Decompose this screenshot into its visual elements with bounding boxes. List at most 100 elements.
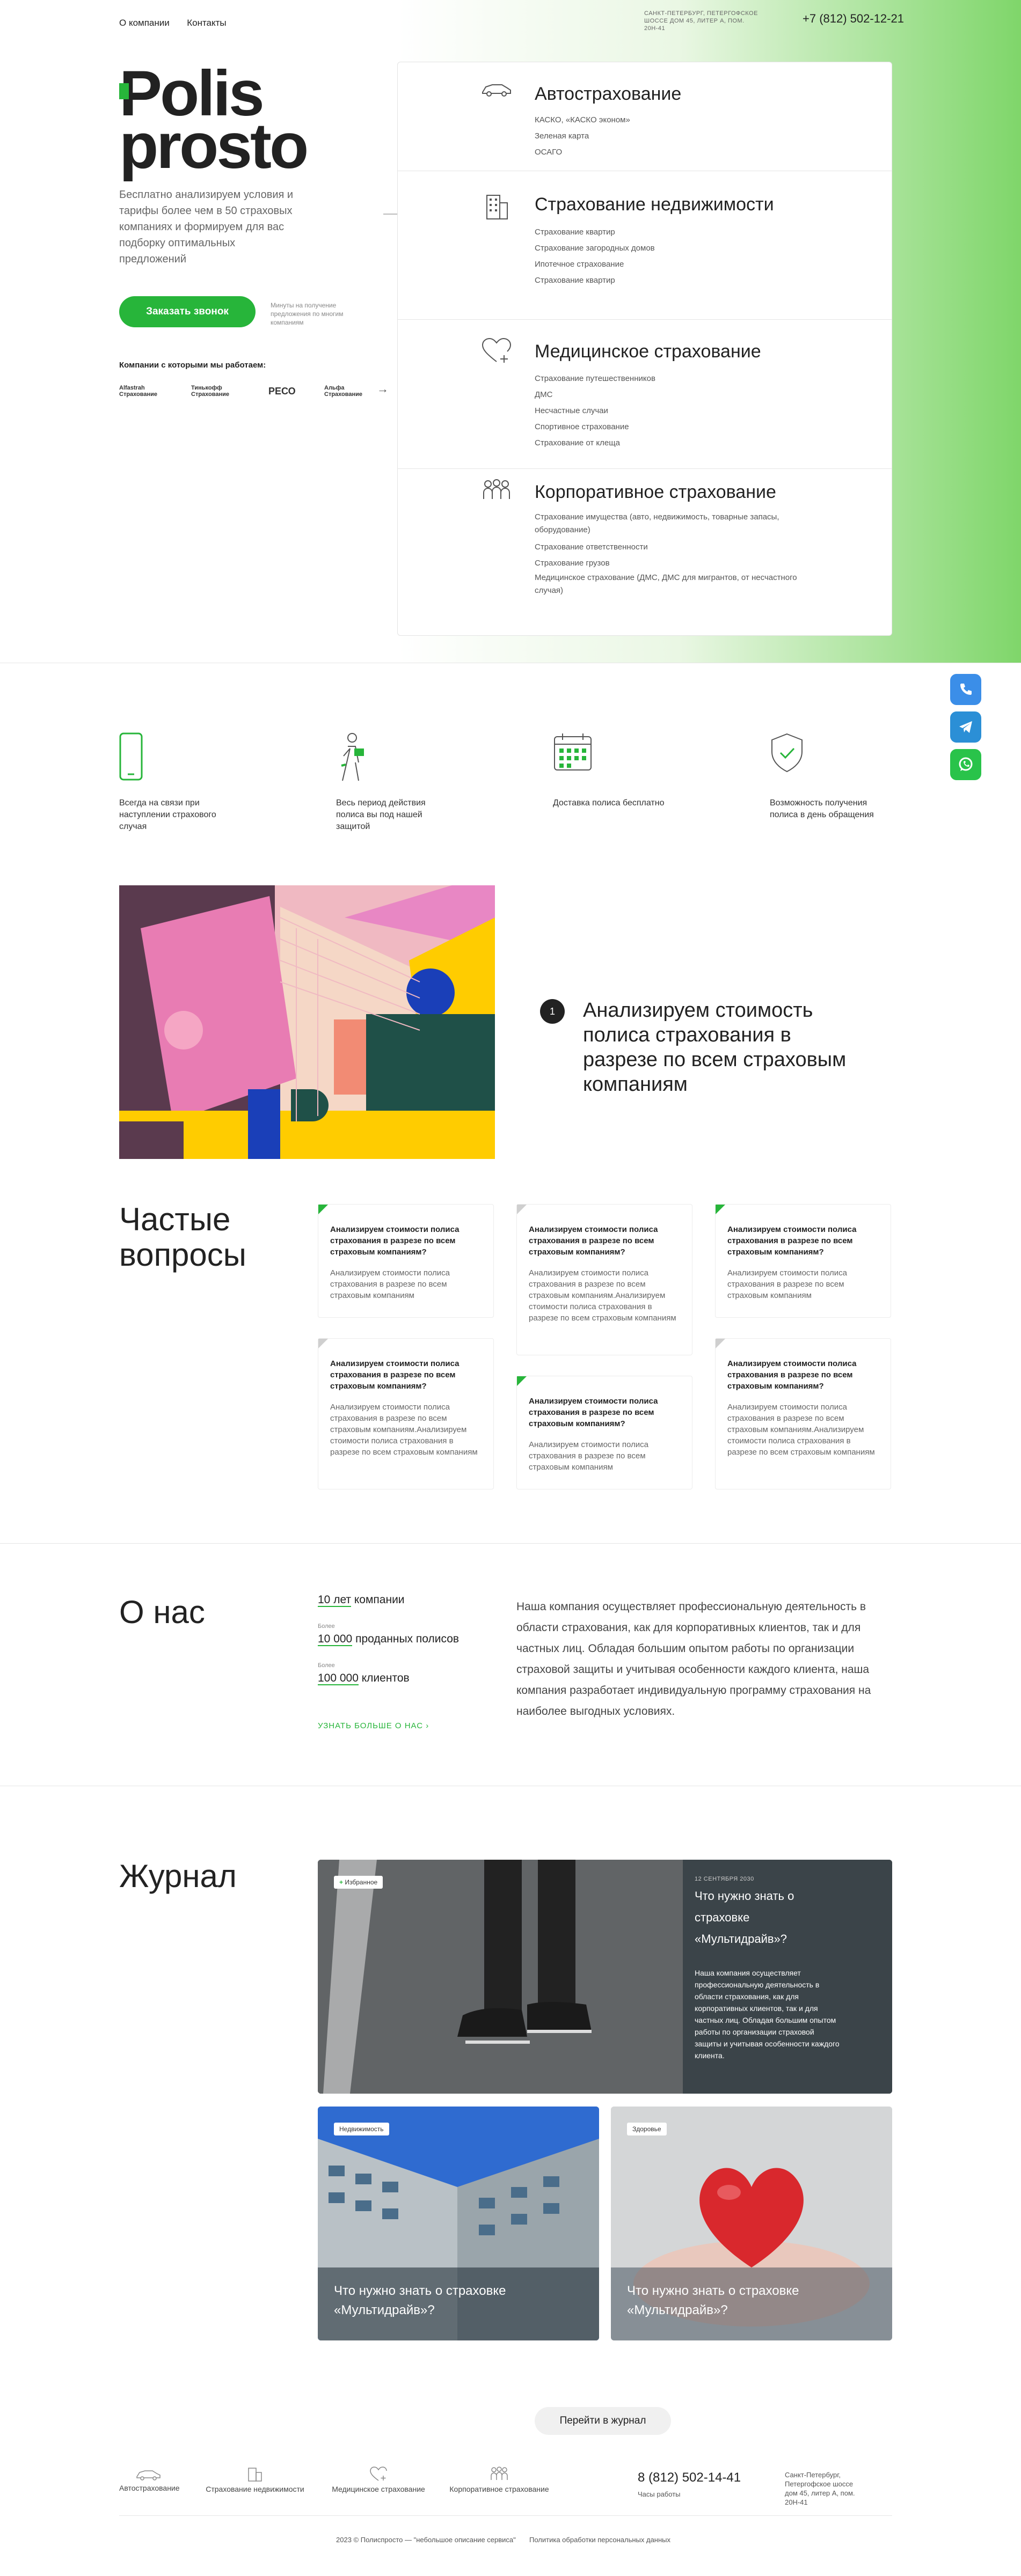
category-divider	[397, 319, 892, 320]
article-date: 12 СЕНТЯБРЯ 2030	[695, 1876, 754, 1882]
heart-plus-icon	[370, 2467, 387, 2481]
corner-mark	[318, 1339, 328, 1348]
whatsapp-icon[interactable]	[950, 749, 981, 780]
phone-icon[interactable]	[950, 674, 981, 705]
article-title[interactable]: Что нужно знать о страховке «Мультидрайв…	[627, 2281, 852, 2320]
category-item[interactable]: Страхование грузов	[535, 555, 814, 571]
article-card[interactable]: Недвижимость Что нужно знать о страховке…	[318, 2107, 599, 2340]
faq-title: Частые вопросы	[119, 1202, 246, 1273]
feature-text: Возможность получения полиса в день обра…	[770, 798, 874, 819]
people-icon	[491, 2467, 508, 2480]
category-item[interactable]: Страхование имущества (авто, недвижимост…	[535, 511, 814, 537]
company-logo: Альфа Страхование	[324, 385, 362, 398]
logo-accent	[119, 83, 129, 99]
category-title-corporate[interactable]: Корпоративное страхование	[535, 482, 776, 503]
footer-phone[interactable]: 8 (812) 502-14-41	[638, 2470, 741, 2485]
article-title[interactable]: Что нужно знать о страховке «Мультидрайв…	[334, 2281, 559, 2320]
top-nav: О компании Контакты	[119, 18, 242, 28]
stat-prefix: Более	[318, 1662, 335, 1669]
stat-policies: 10 000 проданных полисов	[318, 1633, 459, 1646]
company-logo: Тинькофф Страхование	[191, 385, 229, 398]
about-text: Наша компания осуществляет профессиональ…	[516, 1601, 871, 1718]
nav-about[interactable]: О компании	[119, 18, 170, 28]
abstract-illustration	[119, 885, 495, 1159]
footer-item-label: Медицинское страхование	[332, 2485, 425, 2493]
smartphone-icon	[119, 732, 143, 783]
category-title-realty[interactable]: Страхование недвижимости	[535, 194, 774, 215]
category-item[interactable]: Страхование путешественников	[535, 371, 655, 387]
corner-mark	[716, 1205, 725, 1214]
category-title-medical[interactable]: Медицинское страхование	[535, 341, 761, 362]
category-item[interactable]: Медицинское страхование (ДМС, ДМС для ми…	[535, 571, 814, 597]
nav-contacts[interactable]: Контакты	[187, 18, 226, 28]
category-list-medical: Страхование путешественников ДМС Несчаст…	[535, 371, 655, 451]
footer-item-realty[interactable]: Страхование недвижимости	[201, 2466, 309, 2493]
category-title-auto[interactable]: Автострахование	[535, 84, 681, 105]
article-tag: Недвижимость	[334, 2123, 389, 2135]
faq-card[interactable]: Анализируем стоимости полиса страхования…	[318, 1204, 494, 1318]
footer-item-label: Корпоративное страхование	[449, 2485, 549, 2493]
category-item[interactable]: Ипотечное страхование	[535, 256, 655, 273]
journal-more-button[interactable]: Перейти в журнал	[535, 2407, 671, 2435]
faq-answer: Анализируем стоимости полиса страхования…	[529, 1440, 648, 1472]
category-item[interactable]: Страхование ответственности	[535, 539, 814, 555]
stat-value: 10 000	[318, 1633, 353, 1646]
journal-title: Журнал	[119, 1858, 237, 1894]
building-icon	[482, 191, 512, 224]
company-logo: РЕСО	[268, 385, 296, 397]
faq-answer: Анализируем стоимости полиса страхования…	[727, 1268, 847, 1300]
faq-answer: Анализируем стоимости полиса страхования…	[727, 1403, 875, 1457]
faq-question: Анализируем стоимости полиса страхования…	[727, 1225, 857, 1257]
footer-item-corporate[interactable]: Корпоративное страхование	[446, 2466, 553, 2493]
article-tag: + Избранное	[334, 1876, 383, 1889]
footer-item-label: Автострахование	[119, 2484, 180, 2492]
faq-question: Анализируем стоимости полиса страхования…	[330, 1225, 460, 1257]
heart-plus-icon	[480, 337, 513, 368]
footer-item-auto[interactable]: Автострахование	[119, 2467, 180, 2492]
footer-hours: Часы работы	[638, 2490, 681, 2498]
article-excerpt: Наша компания осуществляет профессиональ…	[695, 1969, 840, 2060]
faq-card[interactable]: Анализируем стоимости полиса страхования…	[318, 1338, 494, 1489]
category-item[interactable]: Страхование квартир	[535, 224, 655, 240]
about-title: О нас	[119, 1594, 205, 1630]
logo[interactable]: Polis prosto	[119, 61, 309, 182]
category-item[interactable]: ОСАГО	[535, 144, 630, 160]
page: О компании Контакты САНКТ-ПЕТЕРБУРГ, ПЕТ…	[0, 0, 1021, 2576]
category-item[interactable]: Зеленая карта	[535, 128, 630, 144]
faq-card[interactable]: Анализируем стоимости полиса страхования…	[715, 1204, 891, 1318]
logo-line2: prosto	[119, 110, 309, 182]
category-divider	[397, 468, 892, 469]
category-item[interactable]: Страхование от клеща	[535, 435, 655, 451]
category-item[interactable]: Страхование загородных домов	[535, 240, 655, 256]
footer-address: Санкт-Петербург, Петергофское шоссе дом …	[785, 2471, 855, 2506]
faq-card[interactable]: Анализируем стоимости полиса страхования…	[516, 1376, 692, 1489]
stat-label: проданных полисов	[352, 1633, 460, 1645]
stat-value: 100 000	[318, 1672, 359, 1685]
article-title[interactable]: Что нужно знать о страховке «Мультидрайв…	[695, 1885, 807, 1950]
article-tag-label: Избранное	[345, 1878, 378, 1886]
about-more-label: УЗНАТЬ БОЛЬШЕ О НАС	[318, 1721, 424, 1730]
category-item[interactable]: ДМС	[535, 387, 655, 403]
article-card[interactable]: Здоровье Что нужно знать о страховке «Му…	[611, 2107, 892, 2340]
category-item[interactable]: Несчастные случаи	[535, 403, 655, 419]
privacy-link[interactable]: Политика обработки персональных данных	[529, 2536, 670, 2544]
plus-icon: +	[339, 1878, 344, 1886]
about-more-link[interactable]: УЗНАТЬ БОЛЬШЕ О НАС ›	[318, 1721, 429, 1730]
telegram-icon[interactable]	[950, 711, 981, 743]
order-call-button[interactable]: Заказать звонок	[119, 296, 256, 327]
companies-title: Компании с которыми мы работаем:	[119, 361, 266, 370]
category-item[interactable]: Страхование квартир	[535, 273, 655, 289]
header-phone[interactable]: +7 (812) 502-12-21	[803, 12, 904, 26]
stat-years: 10 лет компании	[318, 1594, 405, 1607]
footer-item-medical[interactable]: Медицинское страхование	[327, 2466, 429, 2493]
feature-text: Всегда на связи при наступлении страхово…	[119, 798, 216, 831]
shield-check-icon	[770, 732, 804, 776]
faq-card[interactable]: Анализируем стоимости полиса страхования…	[516, 1204, 692, 1355]
faq-title-line: Частые	[119, 1201, 231, 1237]
arrow-right-icon[interactable]: →	[377, 382, 389, 396]
arrow-right-icon: ›	[426, 1721, 429, 1730]
featured-article-card[interactable]: + Избранное 12 СЕНТЯБРЯ 2030 Что нужно з…	[318, 1860, 892, 2094]
category-item[interactable]: Спортивное страхование	[535, 419, 655, 435]
category-item[interactable]: КАСКО, «КАСКО эконом»	[535, 112, 630, 128]
faq-card[interactable]: Анализируем стоимости полиса страхования…	[715, 1338, 891, 1489]
